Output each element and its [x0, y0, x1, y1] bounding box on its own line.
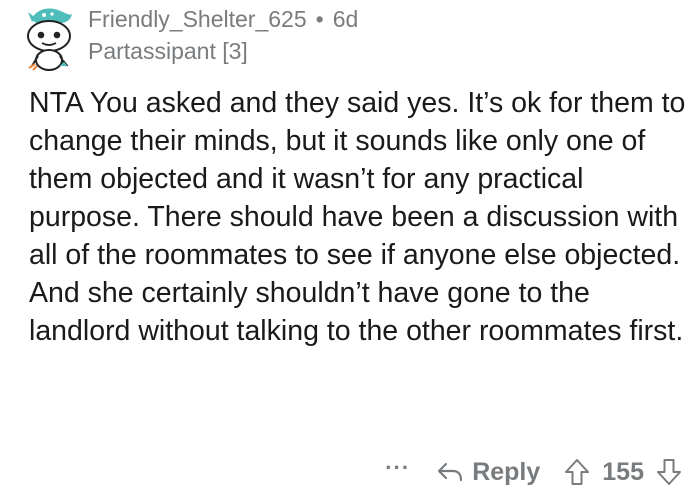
reply-button[interactable]: Reply [436, 458, 540, 487]
downvote-arrow-icon[interactable] [656, 458, 682, 486]
avatar[interactable] [22, 6, 76, 72]
user-flair: Partassipant [3] [88, 38, 248, 64]
username[interactable]: Friendly_Shelter_625 [88, 8, 307, 31]
vote-score: 155 [602, 457, 644, 486]
comment-actions: ··· Reply 155 [385, 455, 682, 489]
comment-paragraph: NTA You asked and they said yes. It’s ok… [29, 87, 686, 347]
comment-body: NTA You asked and they said yes. It’s ok… [29, 84, 689, 350]
reply-label: Reply [472, 457, 541, 486]
upvote-arrow-icon[interactable] [564, 458, 590, 486]
comment-age: 6d [332, 6, 359, 32]
reply-arrow-icon [438, 462, 463, 482]
comment-meta: Friendly_Shelter_625 • 6d Partassipant [… [88, 8, 358, 63]
author-line: Friendly_Shelter_625 • 6d [88, 8, 358, 31]
comment: Friendly_Shelter_625 • 6d Partassipant [… [0, 0, 700, 497]
more-options-button[interactable]: ··· [385, 455, 410, 481]
snoo-avatar-icon [27, 8, 72, 71]
vote-controls: 155 [564, 458, 682, 487]
separator-dot: • [315, 6, 324, 32]
